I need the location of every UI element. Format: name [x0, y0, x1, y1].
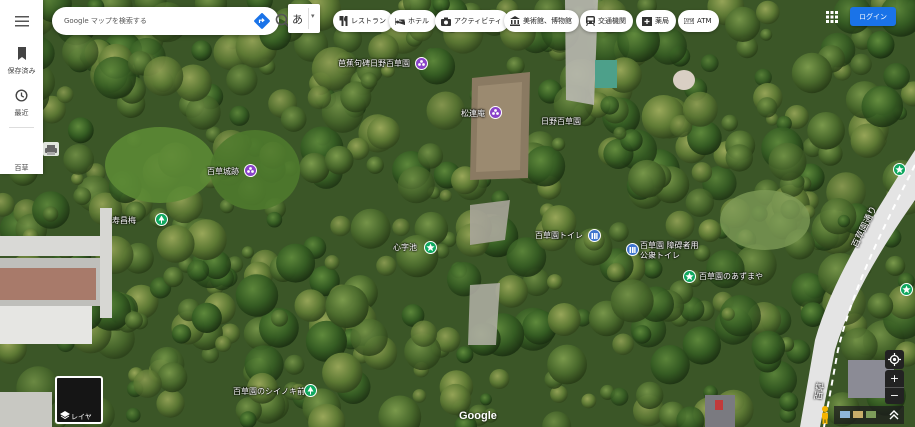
place-label[interactable]: 百草園トイレ	[535, 230, 583, 241]
recent-label: 最近	[14, 109, 29, 117]
place-label[interactable]: 百草園 障碍者用公衆トイレ	[640, 241, 704, 261]
place-label[interactable]: 百草園のシイノキ前	[233, 386, 305, 397]
zoom-out-button[interactable]: −	[885, 387, 904, 404]
restroom-icon	[629, 247, 636, 253]
chip-label: 美術館、博物館	[523, 17, 572, 25]
pharmacy-icon	[642, 17, 652, 26]
directions-icon[interactable]	[253, 12, 271, 30]
flower-icon	[418, 60, 425, 66]
chip-restaurant[interactable]: レストラン	[333, 10, 393, 32]
place-pin[interactable]	[683, 270, 696, 283]
chip-transit[interactable]: 交通機関	[580, 10, 633, 32]
hotel-icon	[395, 18, 405, 25]
place-pin[interactable]	[244, 164, 257, 177]
search-input[interactable]	[64, 13, 214, 29]
chip-label: 交通機関	[598, 17, 626, 25]
atm-icon: ATM	[684, 18, 694, 24]
rail-divider	[9, 127, 34, 128]
saved-label: 保存済み	[7, 67, 36, 75]
tree-icon	[158, 215, 165, 224]
flower-icon	[247, 167, 254, 173]
park-icon	[426, 243, 435, 252]
imagery-thumb-icon[interactable]	[866, 411, 876, 418]
left-rail: 保存済み 最近 百草	[0, 0, 43, 174]
ime-divider	[308, 8, 309, 29]
saved-button[interactable]: 保存済み	[0, 45, 43, 76]
bookmark-icon	[17, 47, 26, 60]
place-pin[interactable]	[588, 229, 601, 242]
place-label[interactable]: 百草城跡	[207, 166, 239, 177]
chip-pharmacy[interactable]: 薬局	[636, 10, 676, 32]
layer-button[interactable]: レイヤ	[55, 376, 103, 424]
place-label[interactable]: 心字池	[393, 242, 417, 253]
pegman-icon[interactable]	[818, 405, 832, 425]
map-app: 保存済み 最近 百草 あ ▾ レストラン ホテル アクティビティ	[0, 0, 915, 427]
camera-icon	[441, 17, 451, 26]
google-logo: Google	[459, 410, 497, 422]
ime-toggle[interactable]: あ ▾	[288, 4, 320, 33]
tree-icon	[307, 386, 314, 395]
chip-hotel[interactable]: ホテル	[389, 10, 436, 32]
satellite-map[interactable]	[0, 0, 915, 427]
flower-icon	[492, 109, 499, 115]
imagery-thumb-icon[interactable]	[853, 411, 863, 418]
caret-down-icon: ▾	[311, 12, 315, 20]
place-label[interactable]: 百草園のあずまや	[699, 271, 763, 282]
history-icon	[15, 89, 28, 102]
chip-label: レストラン	[351, 17, 386, 25]
printer-icon	[45, 145, 57, 155]
chip-label: アクティビティ	[454, 17, 502, 25]
place-pin[interactable]	[304, 384, 317, 397]
park-icon	[895, 165, 904, 174]
search-box	[52, 7, 291, 35]
place-label[interactable]: 寿昌梅	[112, 215, 136, 226]
chip-label: 薬局	[655, 17, 669, 25]
place-label[interactable]: 日野百草園	[541, 116, 581, 127]
place-pin[interactable]	[900, 283, 913, 296]
place-pin[interactable]	[424, 241, 437, 254]
layers-icon	[60, 411, 70, 420]
place-label[interactable]: 芭蕉句碑日野百草園	[338, 58, 410, 69]
place-pin[interactable]	[415, 57, 428, 70]
layer-label: レイヤ	[71, 413, 92, 421]
zoom-in-button[interactable]: +	[885, 370, 904, 387]
transit-icon	[586, 16, 595, 26]
restaurant-icon	[339, 16, 348, 26]
chip-atm[interactable]: ATM ATM	[678, 10, 719, 32]
museum-icon	[510, 16, 520, 26]
print-button[interactable]	[43, 142, 59, 156]
recent-place-label: 百草	[14, 164, 29, 172]
restroom-icon	[591, 233, 598, 239]
chip-label: ホテル	[408, 17, 429, 25]
hamburger-icon	[14, 16, 29, 27]
my-location-button[interactable]	[885, 350, 904, 369]
recent-button[interactable]: 最近	[0, 87, 43, 118]
chip-activities[interactable]: アクティビティ	[435, 10, 509, 32]
chip-label: ATM	[697, 17, 712, 25]
svg-text:ATM: ATM	[685, 19, 694, 24]
place-label[interactable]: 松連庵	[461, 108, 485, 119]
apps-grid-icon[interactable]	[824, 9, 840, 25]
menu-button[interactable]	[0, 12, 43, 31]
imagery-thumb-icon[interactable]	[840, 411, 850, 418]
place-pin[interactable]	[626, 243, 639, 256]
place-pin[interactable]	[489, 106, 502, 119]
park-icon	[685, 272, 694, 281]
chevron-up-icon[interactable]	[887, 409, 901, 421]
park-icon	[902, 285, 911, 294]
ime-char: あ	[292, 13, 303, 26]
chip-museums[interactable]: 美術館、博物館	[504, 10, 579, 32]
place-pin[interactable]	[893, 163, 906, 176]
login-button[interactable]: ログイン	[850, 7, 896, 26]
crosshair-icon	[888, 353, 901, 366]
place-pin[interactable]	[155, 213, 168, 226]
recent-place-button[interactable]: 百草	[0, 163, 43, 173]
